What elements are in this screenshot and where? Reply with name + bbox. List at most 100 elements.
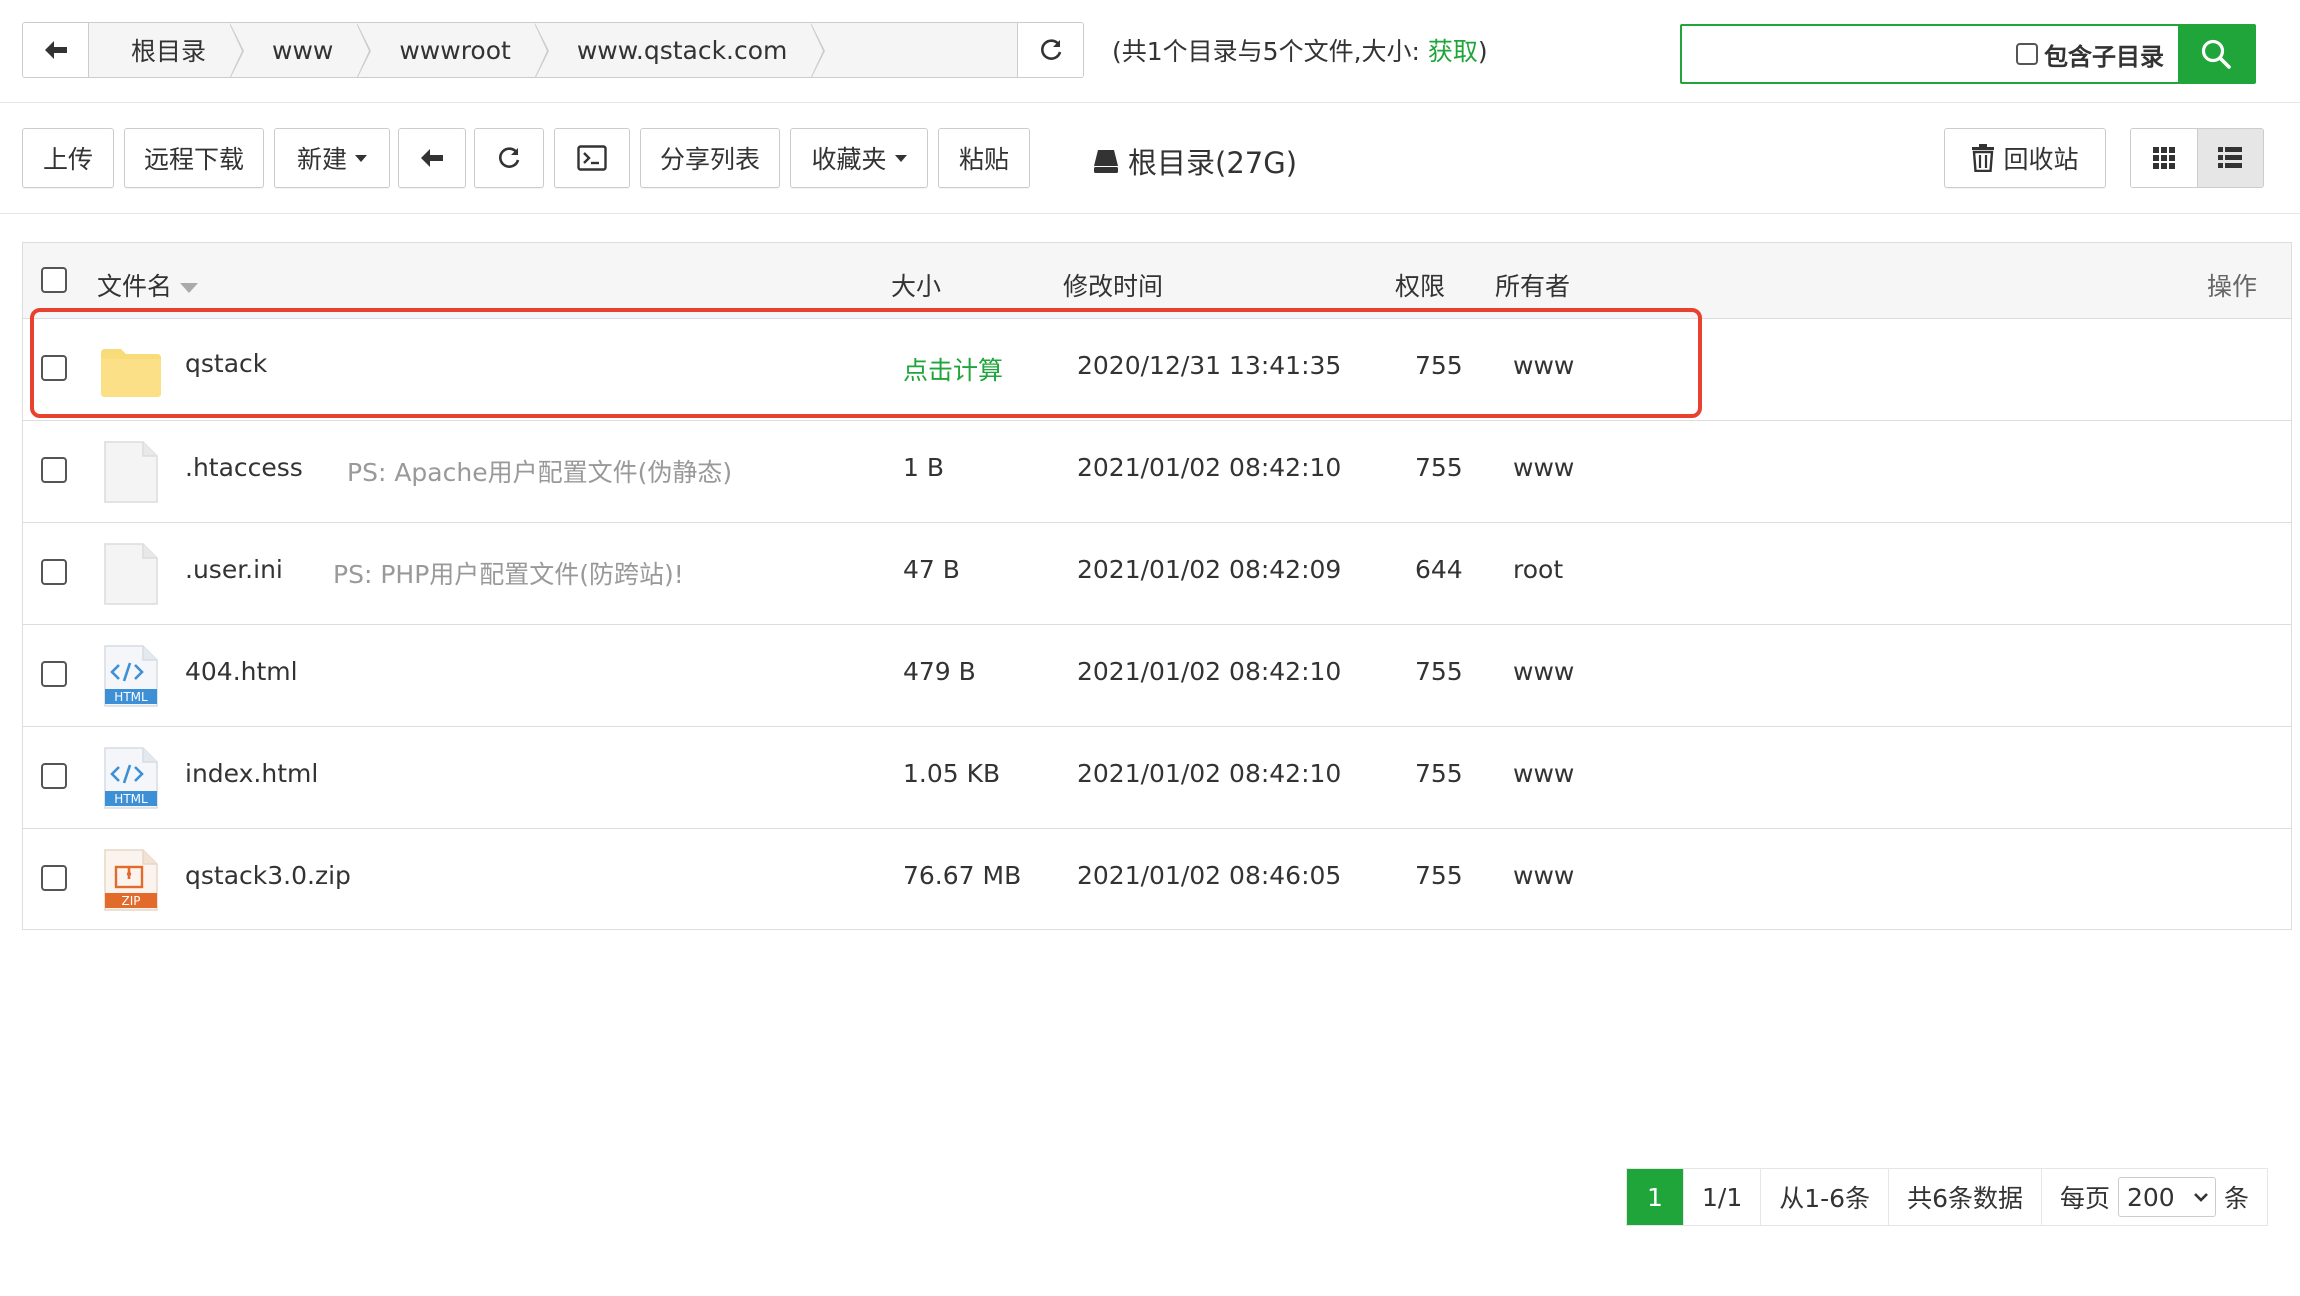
header-operations: 操作	[2207, 272, 2258, 301]
file-owner[interactable]: www	[1513, 861, 1574, 890]
terminal-button[interactable]	[554, 128, 630, 188]
breadcrumb-item-wwwroot[interactable]: wwwroot	[357, 23, 550, 77]
table-row[interactable]: qstack 点击计算 2020/12/31 13:41:35 755 www	[23, 319, 2291, 421]
file-name[interactable]: index.html	[185, 759, 318, 788]
grid-icon	[2152, 147, 2175, 169]
table-row[interactable]: HTML 404.html 479 B 2021/01/02 08:42:10 …	[23, 625, 2291, 727]
file-owner[interactable]: root	[1513, 555, 1563, 584]
list-view-button[interactable]	[2196, 129, 2263, 187]
file-name[interactable]: qstack3.0.zip	[185, 861, 351, 890]
table-row[interactable]: .user.ini PS: PHP用户配置文件(防跨站)! 47 B 2021/…	[23, 523, 2291, 625]
new-dropdown-button[interactable]: 新建	[274, 128, 390, 188]
header-owner[interactable]: 所有者	[1495, 267, 1570, 303]
search-input[interactable]	[1682, 26, 2016, 82]
per-page-select[interactable]: 200	[2118, 1177, 2216, 1217]
table-header: 文件名 大小 修改时间 权限 所有者 操作	[23, 243, 2291, 319]
header-filename[interactable]: 文件名	[97, 267, 199, 303]
row-checkbox[interactable]	[41, 355, 67, 381]
table-row[interactable]: .htaccess PS: Apache用户配置文件(伪静态) 1 B 2021…	[23, 421, 2291, 523]
file-size: 479 B	[903, 657, 976, 686]
select-all-checkbox[interactable]	[41, 267, 67, 293]
upload-button[interactable]: 上传	[22, 128, 114, 188]
file-permission[interactable]: 755	[1415, 759, 1463, 788]
breadcrumb-item-www[interactable]: www	[230, 23, 372, 77]
file-permission[interactable]: 644	[1415, 555, 1463, 584]
page-total: 共6条数据	[1888, 1169, 2041, 1225]
row-checkbox[interactable]	[41, 457, 67, 483]
file-permission[interactable]: 755	[1415, 351, 1463, 380]
disk-info[interactable]: 根目录(27G)	[1092, 140, 1297, 182]
header-filename-label: 文件名	[97, 272, 173, 301]
file-size: 1.05 KB	[903, 759, 1001, 788]
file-owner[interactable]: www	[1513, 759, 1574, 788]
zip-badge-text: ZIP	[122, 894, 141, 908]
page-current-button[interactable]: 1	[1627, 1169, 1683, 1225]
table-row[interactable]: ZIP qstack3.0.zip 76.67 MB 2021/01/02 08…	[23, 829, 2291, 931]
refresh-path-button[interactable]	[1017, 23, 1083, 77]
arrow-left-icon	[44, 41, 67, 59]
disk-label: 根目录(27G)	[1128, 146, 1298, 180]
recycle-bin-label: 回收站	[2003, 145, 2079, 174]
search-button[interactable]	[2178, 26, 2254, 82]
include-subdir-option[interactable]: 包含子目录	[2016, 26, 2178, 82]
file-icon	[104, 441, 158, 503]
row-checkbox[interactable]	[41, 661, 67, 687]
file-mtime: 2020/12/31 13:41:35	[1077, 351, 1342, 380]
go-back-button[interactable]	[398, 128, 466, 188]
row-checkbox[interactable]	[41, 865, 67, 891]
refresh-button[interactable]	[474, 128, 544, 188]
header-size[interactable]: 大小	[891, 267, 941, 303]
trash-icon	[1972, 144, 1995, 172]
sort-caret-icon	[180, 283, 199, 293]
row-checkbox[interactable]	[41, 559, 67, 585]
file-name[interactable]: .user.ini	[185, 555, 283, 584]
file-owner[interactable]: www	[1513, 351, 1574, 380]
per-page-label: 每页	[2059, 1184, 2110, 1213]
file-mtime: 2021/01/02 08:42:10	[1077, 657, 1342, 686]
header-mtime[interactable]: 修改时间	[1063, 267, 1163, 303]
back-button[interactable]	[23, 23, 89, 77]
calc-size-link[interactable]: 点击计算	[903, 351, 1003, 387]
page-count: 1/1	[1683, 1169, 1761, 1225]
upload-label: 上传	[42, 145, 93, 174]
favorites-dropdown-button[interactable]: 收藏夹	[790, 128, 928, 188]
file-name[interactable]: .htaccess	[185, 453, 303, 482]
breadcrumb-item-site[interactable]: www.qstack.com	[534, 23, 825, 77]
grid-view-button[interactable]	[2131, 129, 2197, 187]
file-name[interactable]: 404.html	[185, 657, 298, 686]
per-page-unit: 条	[2224, 1184, 2250, 1213]
get-size-link[interactable]: 获取	[1428, 37, 1478, 66]
file-permission[interactable]: 755	[1415, 453, 1463, 482]
search-icon	[2201, 39, 2231, 69]
search-box: 包含子目录	[1680, 24, 2256, 84]
file-permission[interactable]: 755	[1415, 861, 1463, 890]
file-table: 文件名 大小 修改时间 权限 所有者 操作 qstack 点击计算 2020/1…	[22, 242, 2292, 930]
file-name[interactable]: qstack	[185, 349, 267, 378]
paste-button[interactable]: 粘贴	[938, 128, 1030, 188]
hdd-icon	[1094, 150, 1118, 173]
html-file-icon: HTML	[104, 645, 158, 707]
recycle-bin-button[interactable]: 回收站	[1944, 128, 2106, 188]
header-permission[interactable]: 权限	[1395, 267, 1445, 303]
file-ps-note: PS: Apache用户配置文件(伪静态)	[347, 458, 733, 487]
file-size: 76.67 MB	[903, 861, 1022, 890]
toolbar: 上传 远程下载 新建 分享列表 收藏夹 粘贴 根目录(27G) 回收站	[0, 104, 2300, 214]
html-badge-text: HTML	[114, 690, 148, 704]
file-size: 47 B	[903, 555, 960, 584]
remote-download-button[interactable]: 远程下载	[124, 128, 264, 188]
breadcrumb-path-area[interactable]	[811, 23, 1017, 77]
remote-download-label: 远程下载	[143, 145, 244, 174]
breadcrumb-item-root[interactable]: 根目录	[89, 23, 245, 77]
row-checkbox[interactable]	[41, 763, 67, 789]
table-row[interactable]: HTML index.html 1.05 KB 2021/01/02 08:42…	[23, 727, 2291, 829]
file-permission[interactable]: 755	[1415, 657, 1463, 686]
file-size: 1 B	[903, 453, 945, 482]
file-owner[interactable]: www	[1513, 453, 1574, 482]
directory-summary: (共1个目录与5个文件,大小: 获取)	[1112, 32, 1488, 68]
share-list-label: 分享列表	[659, 145, 760, 174]
share-list-button[interactable]: 分享列表	[640, 128, 780, 188]
include-subdir-checkbox[interactable]	[2016, 43, 2038, 65]
arrow-left-icon	[421, 149, 443, 167]
file-mtime: 2021/01/02 08:46:05	[1077, 861, 1342, 890]
file-owner[interactable]: www	[1513, 657, 1574, 686]
